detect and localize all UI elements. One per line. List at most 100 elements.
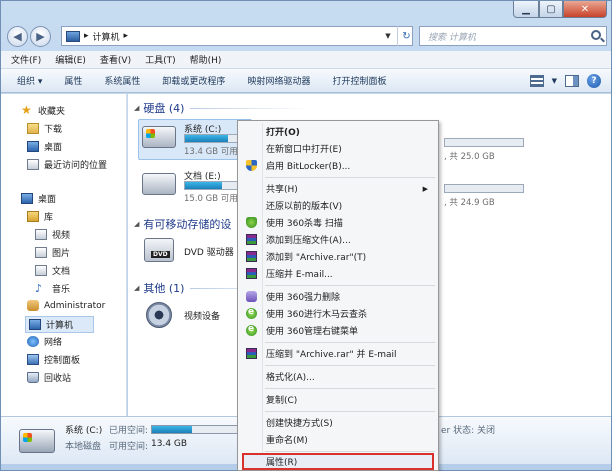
menu-label: 添加到 "Archive.rar"(T) <box>266 253 367 263</box>
nav-label: 控制面板 <box>44 356 81 366</box>
dvd-drive-icon: DVD <box>144 238 174 262</box>
menu-rename[interactable]: 重命名(M) <box>240 431 436 448</box>
menu-bitlocker[interactable]: 启用 BitLocker(B)... <box>240 157 436 174</box>
refresh-button[interactable]: ↻ <box>397 26 415 46</box>
nav-label: 回收站 <box>44 374 72 384</box>
menu-file[interactable]: 文件(F) <box>11 53 41 66</box>
nav-control-panel[interactable]: 控制面板 <box>27 353 80 366</box>
menu-separator <box>265 342 435 343</box>
nav-desktop[interactable]: 桌面 <box>21 192 56 205</box>
nav-videos[interactable]: 视频 <box>35 228 70 241</box>
menu-360-scan[interactable]: 使用 360杀毒 扫描 <box>240 214 436 231</box>
nav-recent[interactable]: 最近访问的位置 <box>27 158 107 171</box>
menu-format[interactable]: 格式化(A)... <box>240 368 436 385</box>
menu-tools[interactable]: 工具(T) <box>145 53 176 66</box>
menu-compress-rar-email[interactable]: 压缩到 "Archive.rar" 并 E-mail <box>240 345 436 362</box>
breadcrumb-computer[interactable]: 计算机 <box>93 30 120 43</box>
breadcrumb-sep-icon: ▸ <box>123 31 129 41</box>
breadcrumb-sep-icon: ▸ <box>84 31 89 41</box>
nav-documents[interactable]: 文档 <box>35 264 70 277</box>
menu-label: 在新窗口中打开(E) <box>266 145 342 155</box>
network-icon <box>27 336 39 347</box>
menu-properties[interactable]: 属性(R) <box>242 453 434 470</box>
menu-label: 重命名(M) <box>266 436 308 446</box>
menu-edit[interactable]: 编辑(E) <box>55 53 86 66</box>
search-input[interactable]: 搜索 计算机 <box>419 26 607 46</box>
winrar-icon <box>246 251 257 262</box>
nav-recycle-bin[interactable]: 回收站 <box>27 371 71 384</box>
map-drive-button[interactable]: 映射网络驱动器 <box>247 74 310 87</box>
back-button[interactable]: ◀ <box>7 26 28 47</box>
nav-label: 收藏夹 <box>38 107 66 117</box>
menu-help[interactable]: 帮助(H) <box>190 53 222 66</box>
system-properties-button[interactable]: 系统属性 <box>104 74 140 87</box>
view-dropdown-icon[interactable]: ▼ <box>552 77 557 85</box>
nav-favorites[interactable]: ★ 收藏夹 <box>21 104 65 117</box>
group-header-hdd[interactable]: ◢ 硬盘 (4) <box>134 100 311 116</box>
details-name: 系统 (C:) <box>65 426 103 436</box>
winrar-icon <box>246 348 257 359</box>
winrar-icon <box>246 268 257 279</box>
drive-f-usage-bar <box>444 184 524 193</box>
nav-pictures[interactable]: 图片 <box>35 246 70 259</box>
preview-pane-icon[interactable] <box>565 75 579 87</box>
menu-view[interactable]: 查看(V) <box>100 53 131 66</box>
webcam-icon <box>146 302 172 328</box>
details-type: 本地磁盘 <box>65 442 102 452</box>
menu-restore-versions[interactable]: 还原以前的版本(V) <box>240 197 436 214</box>
menu-separator <box>265 388 435 389</box>
menu-create-shortcut[interactable]: 创建快捷方式(S) <box>240 414 436 431</box>
nav-network[interactable]: 网络 <box>27 335 62 348</box>
group-header-removable[interactable]: ◢ 有可移动存储的设 <box>134 216 231 232</box>
menu-label: 压缩并 E-mail... <box>266 270 333 280</box>
user-folder-icon <box>27 300 39 311</box>
details-free-label: 可用空间: <box>109 442 149 452</box>
menu-open-new-window[interactable]: 在新窗口中打开(E) <box>240 140 436 157</box>
360-safe-icon <box>246 324 257 336</box>
menu-label: 复制(C) <box>266 396 298 406</box>
details-free-value: 13.4 GB <box>151 439 188 449</box>
address-bar[interactable]: ▸ 计算机 ▸ <box>61 26 413 46</box>
menu-add-to-rar[interactable]: 添加到 "Archive.rar"(T) <box>240 248 436 265</box>
menu-360-force-delete[interactable]: 使用 360强力删除 <box>240 288 436 305</box>
close-button[interactable]: ✕ <box>563 1 607 18</box>
menu-open[interactable]: 打开(O) <box>240 123 436 140</box>
maximize-button[interactable]: ▢ <box>539 1 563 18</box>
picture-library-icon <box>35 247 47 258</box>
nav-libraries[interactable]: 库 <box>27 210 53 223</box>
menu-separator <box>265 451 435 452</box>
menu-compress-email[interactable]: 压缩并 E-mail... <box>240 265 436 282</box>
open-control-panel-button[interactable]: 打开控制面板 <box>332 74 386 87</box>
menu-add-archive[interactable]: 添加到压缩文件(A)... <box>240 231 436 248</box>
hard-drive-icon <box>142 173 176 195</box>
details-usage-bar <box>151 425 241 434</box>
organize-button[interactable]: 组织 ▾ <box>17 74 42 87</box>
properties-button[interactable]: 属性 <box>64 74 82 87</box>
nav-label: 网络 <box>44 338 63 348</box>
menu-copy[interactable]: 复制(C) <box>240 391 436 408</box>
address-dropdown-icon[interactable]: ▼ <box>381 26 395 46</box>
forward-button[interactable]: ▶ <box>30 26 51 47</box>
menu-360-trojan-scan[interactable]: 使用 360进行木马云查杀 <box>240 305 436 322</box>
help-icon[interactable]: ? <box>587 74 601 88</box>
change-view-icon[interactable] <box>529 75 544 87</box>
nav-downloads[interactable]: 下载 <box>27 122 62 135</box>
search-icon[interactable] <box>591 30 601 40</box>
details-status: er 状态: 关闭 <box>441 426 495 436</box>
minimize-button[interactable]: ▁ <box>513 1 539 18</box>
nav-computer[interactable]: 计算机 <box>25 316 95 333</box>
nav-administrator[interactable]: Administrator <box>27 300 105 311</box>
system-drive-icon <box>142 126 176 148</box>
nav-music[interactable]: ♪ 音乐 <box>35 282 70 295</box>
menu-share[interactable]: 共享(H) ▶ <box>240 180 436 197</box>
drive-free: 13.4 GB 可用 <box>184 147 238 157</box>
menu-label: 属性(R) <box>266 458 298 468</box>
desktop-icon <box>27 141 39 152</box>
nav-desktop-fav[interactable]: 桌面 <box>27 140 62 153</box>
nav-label: 文档 <box>52 267 71 277</box>
recycle-bin-icon <box>27 372 39 383</box>
collapse-icon: ◢ <box>134 104 140 112</box>
uninstall-button[interactable]: 卸载或更改程序 <box>162 74 225 87</box>
view-controls: ▼ ? <box>529 74 601 88</box>
menu-360-menu-manager[interactable]: 使用 360管理右键菜单 <box>240 322 436 339</box>
